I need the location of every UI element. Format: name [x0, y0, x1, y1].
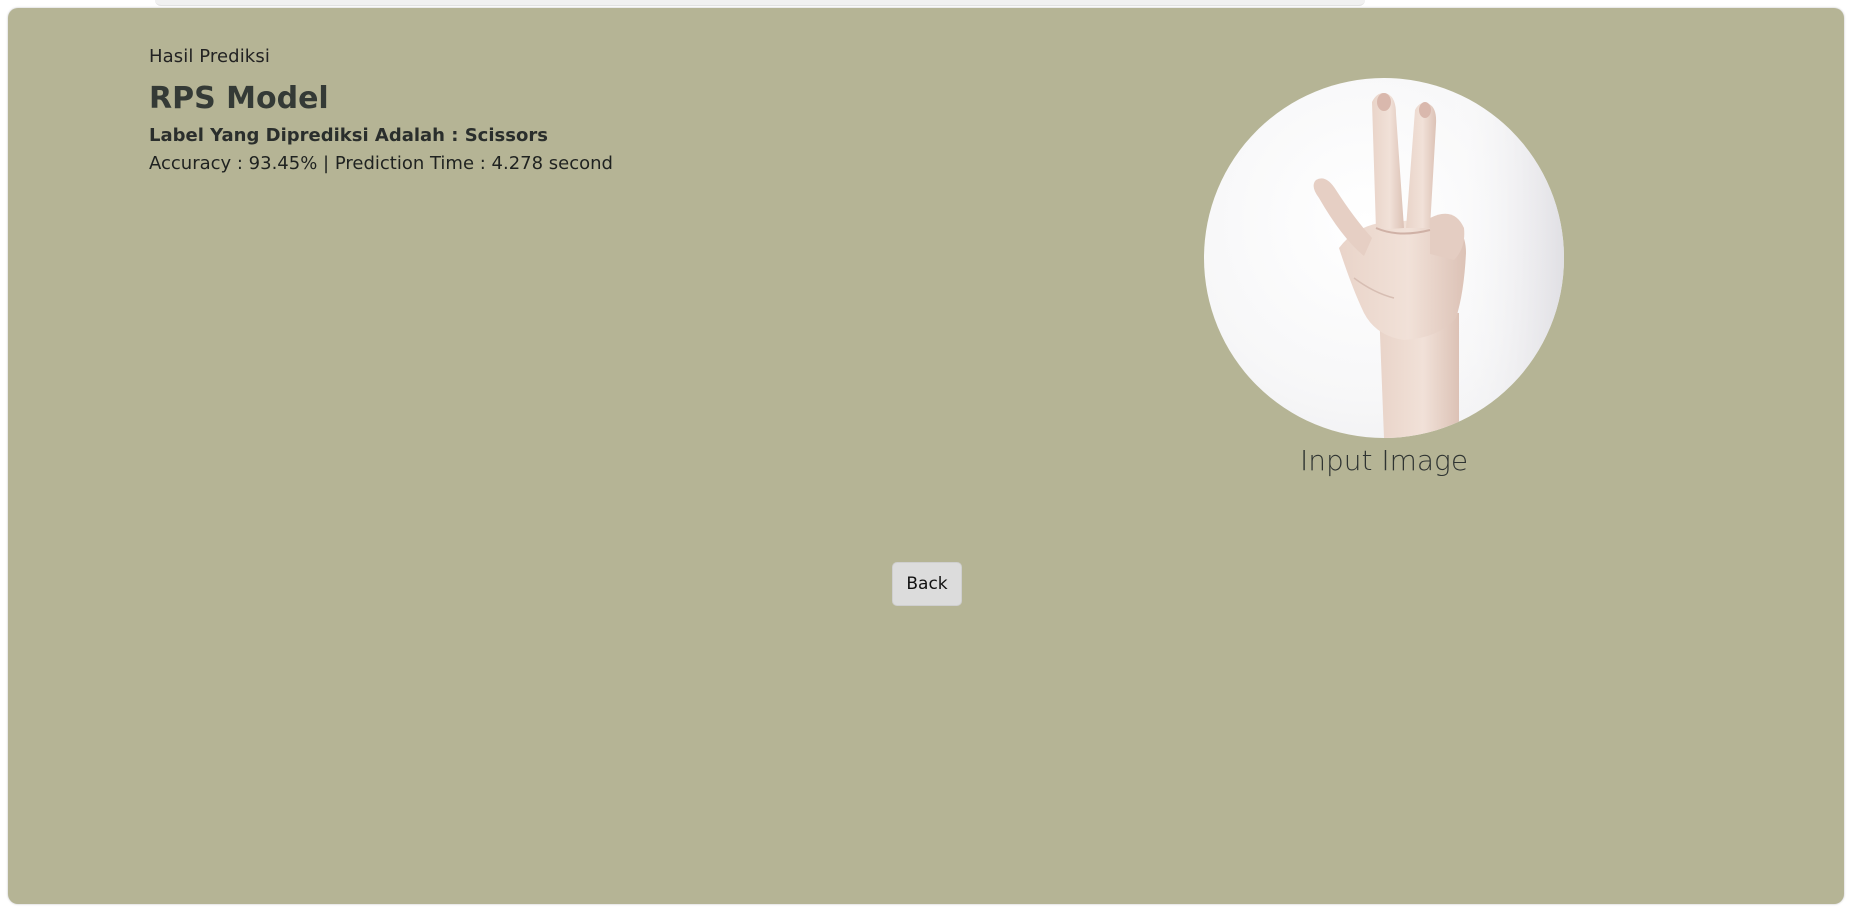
hand-scissors-icon [1313, 78, 1564, 438]
result-panel: Hasil Prediksi RPS Model Label Yang Dipr… [8, 8, 1844, 904]
input-image [1204, 78, 1564, 438]
page-title: RPS Model [149, 81, 329, 116]
back-button[interactable]: Back [892, 562, 962, 606]
prediction-metrics: Accuracy : 93.45% | Prediction Time : 4.… [149, 153, 613, 174]
predicted-label: Label Yang Diprediksi Adalah : Scissors [149, 125, 548, 146]
page-subtitle: Hasil Prediksi [149, 46, 270, 67]
browser-top-strip [155, 0, 1365, 6]
input-image-caption: Input Image [1299, 444, 1469, 477]
